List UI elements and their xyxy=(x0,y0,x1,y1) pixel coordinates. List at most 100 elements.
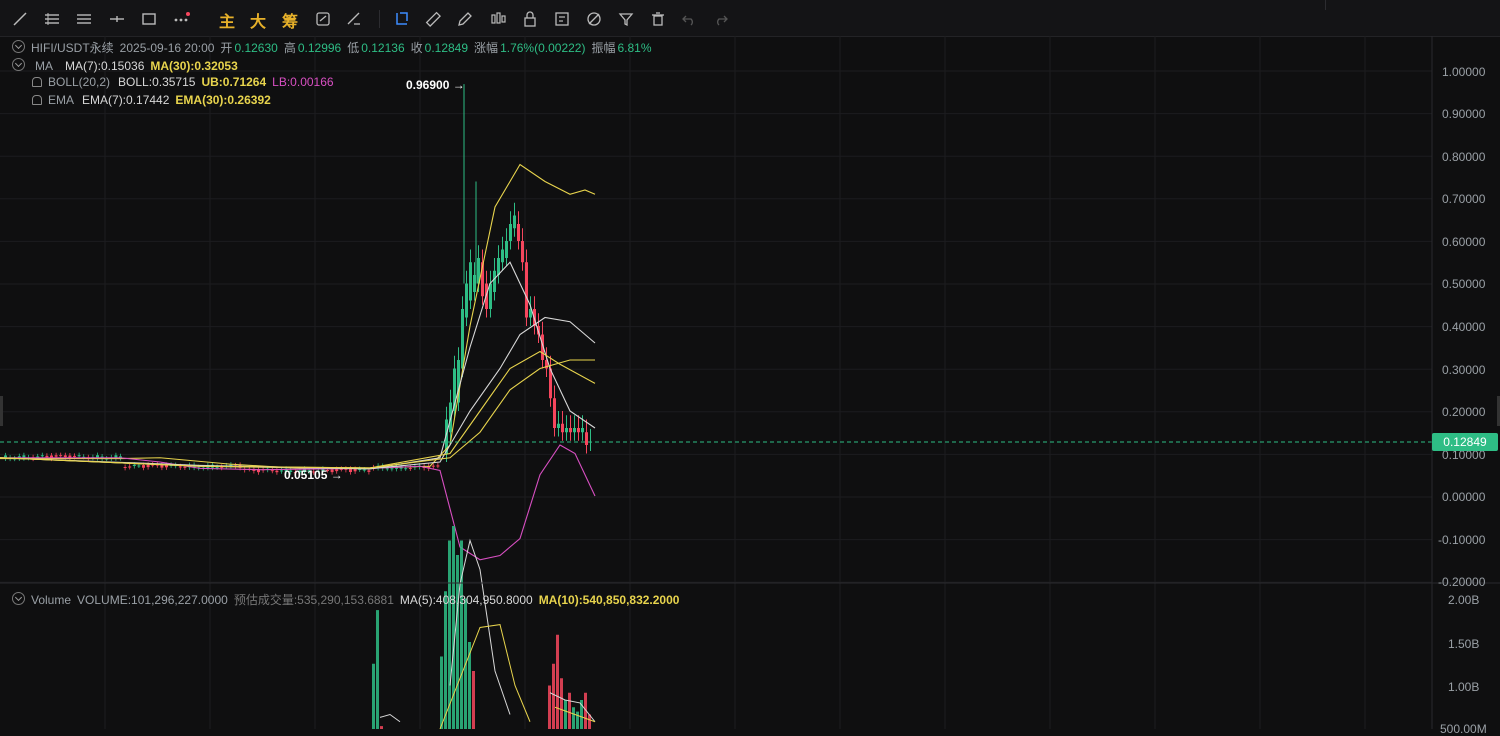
candle xyxy=(469,262,472,301)
left-scroll-handle xyxy=(0,396,3,426)
price-axis-label: 0.90000 xyxy=(1442,107,1486,121)
delete-icon[interactable] xyxy=(647,8,669,30)
undo-icon[interactable] xyxy=(678,8,700,30)
chip-distribution-button[interactable]: 筹 xyxy=(282,8,298,32)
measure-icon[interactable] xyxy=(343,8,365,30)
main-indicator-button[interactable]: 主 xyxy=(219,8,235,32)
candle xyxy=(553,398,556,428)
price-axis-label: 0.60000 xyxy=(1442,235,1486,249)
volume-bar xyxy=(572,707,575,729)
high-value: 0.12996 xyxy=(297,41,342,55)
lock-icon[interactable] xyxy=(519,8,541,30)
ub-value: UB:0.71264 xyxy=(201,75,267,89)
bell-icon[interactable] xyxy=(31,61,33,71)
bell-icon[interactable] xyxy=(32,77,42,87)
open-label: 开 xyxy=(220,41,233,55)
volume-value: VOLUME:101,296,227.0000 xyxy=(77,593,228,607)
ruler-icon[interactable] xyxy=(422,8,444,30)
candle xyxy=(525,262,528,318)
chart-area[interactable]: HIFI/USDT永续 2025-09-16 20:00 开 0.12630 高 0.12… xyxy=(0,36,1500,736)
change-value: 1.76%(0.00222) xyxy=(500,41,586,55)
volume-bar xyxy=(372,663,375,729)
collapse-toggle-icon[interactable] xyxy=(12,40,25,53)
toolbar-separator-right xyxy=(1325,0,1326,10)
trend-line-icon[interactable] xyxy=(9,8,31,30)
volume-bar xyxy=(456,555,459,729)
horizontal-lines-icon[interactable] xyxy=(41,8,63,30)
collapse-toggle-icon[interactable] xyxy=(12,592,25,605)
candle xyxy=(137,465,141,467)
volume-bar xyxy=(552,663,555,729)
rectangle-icon[interactable] xyxy=(138,8,160,30)
volume-bars xyxy=(372,526,596,729)
candle xyxy=(517,224,520,241)
candle xyxy=(573,428,576,433)
horizontal-ray-icon[interactable] xyxy=(106,8,128,30)
candle xyxy=(353,469,357,472)
parallel-lines-icon[interactable] xyxy=(73,8,95,30)
candlestick-type-icon[interactable] xyxy=(487,8,509,30)
ema7-value: EMA(7):0.17442 xyxy=(82,93,170,107)
redo-icon[interactable] xyxy=(710,8,732,30)
candle xyxy=(270,470,274,472)
candle xyxy=(557,423,560,428)
filter-icon[interactable] xyxy=(615,8,637,30)
large-order-button[interactable]: 大 xyxy=(250,8,266,32)
ma7-value: MA(7):0.15036 xyxy=(65,59,145,73)
volume-ma10: MA(10):540,850,832.2000 xyxy=(538,593,680,607)
candlestick-chart[interactable] xyxy=(0,36,1500,729)
volume-bar xyxy=(556,634,559,729)
symbol-label: HIFI/USDT永续 xyxy=(31,41,114,55)
change-label: 涨幅 xyxy=(474,41,499,55)
volume-name[interactable]: Volume xyxy=(31,593,71,607)
candle xyxy=(77,455,81,457)
candle xyxy=(497,258,500,275)
price-axis-label: 0.00000 xyxy=(1442,490,1486,504)
volume-legend: Volume VOLUME:101,296,227.0000 预估成交量:535,2… xyxy=(12,591,685,608)
candle xyxy=(408,467,412,469)
ma-name[interactable]: MA xyxy=(35,59,53,73)
candle xyxy=(142,465,145,468)
volume-axis-label: 2.00B xyxy=(1448,593,1480,607)
volume-axis-label: 1.00B xyxy=(1448,680,1480,694)
boll-name[interactable]: BOLL(20,2) xyxy=(48,75,110,89)
datetime-label: 2025-09-16 20:00 xyxy=(119,41,215,55)
close-value: 0.12849 xyxy=(424,41,469,55)
candle xyxy=(385,468,389,470)
candle xyxy=(577,428,580,433)
template-edit-icon[interactable] xyxy=(551,8,573,30)
candle xyxy=(404,468,408,470)
volume-bar xyxy=(560,678,563,729)
ma-legend: MA MA(7):0.15036 MA(30):0.32053 xyxy=(12,57,244,73)
price-axis-label: 0.70000 xyxy=(1442,192,1486,206)
volume-bar xyxy=(548,685,551,729)
candle xyxy=(569,428,572,433)
more-tools-icon[interactable] xyxy=(170,8,192,30)
candle xyxy=(509,224,512,241)
volume-ma10-line xyxy=(439,624,596,729)
candle xyxy=(565,428,568,433)
pencil-icon[interactable] xyxy=(454,8,476,30)
volume-bar xyxy=(444,591,447,729)
boll-legend: BOLL(20,2) BOLL:0.35715 UB:0.71264 LB:0.001… xyxy=(32,75,340,89)
magnet-select-icon[interactable] xyxy=(391,8,413,30)
candle xyxy=(280,470,283,472)
candle xyxy=(123,467,127,469)
candle xyxy=(436,465,440,467)
candle xyxy=(505,241,508,258)
high-label: 高 xyxy=(283,41,296,55)
price-axis-label: -0.10000 xyxy=(1438,533,1486,547)
volume-bar xyxy=(440,656,443,729)
ma30-line xyxy=(0,359,595,469)
compare-icon[interactable] xyxy=(312,8,334,30)
candle xyxy=(275,470,279,473)
volume-bar xyxy=(376,610,379,729)
ema-name[interactable]: EMA xyxy=(48,93,74,107)
candle xyxy=(128,466,132,468)
hide-drawings-icon[interactable] xyxy=(583,8,605,30)
ema-legend: EMA EMA(7):0.17442 EMA(30):0.26392 xyxy=(32,93,277,107)
bell-icon[interactable] xyxy=(32,95,42,105)
collapse-toggle-icon[interactable] xyxy=(12,58,25,71)
indicator-lines xyxy=(0,163,596,561)
candle xyxy=(431,465,435,467)
